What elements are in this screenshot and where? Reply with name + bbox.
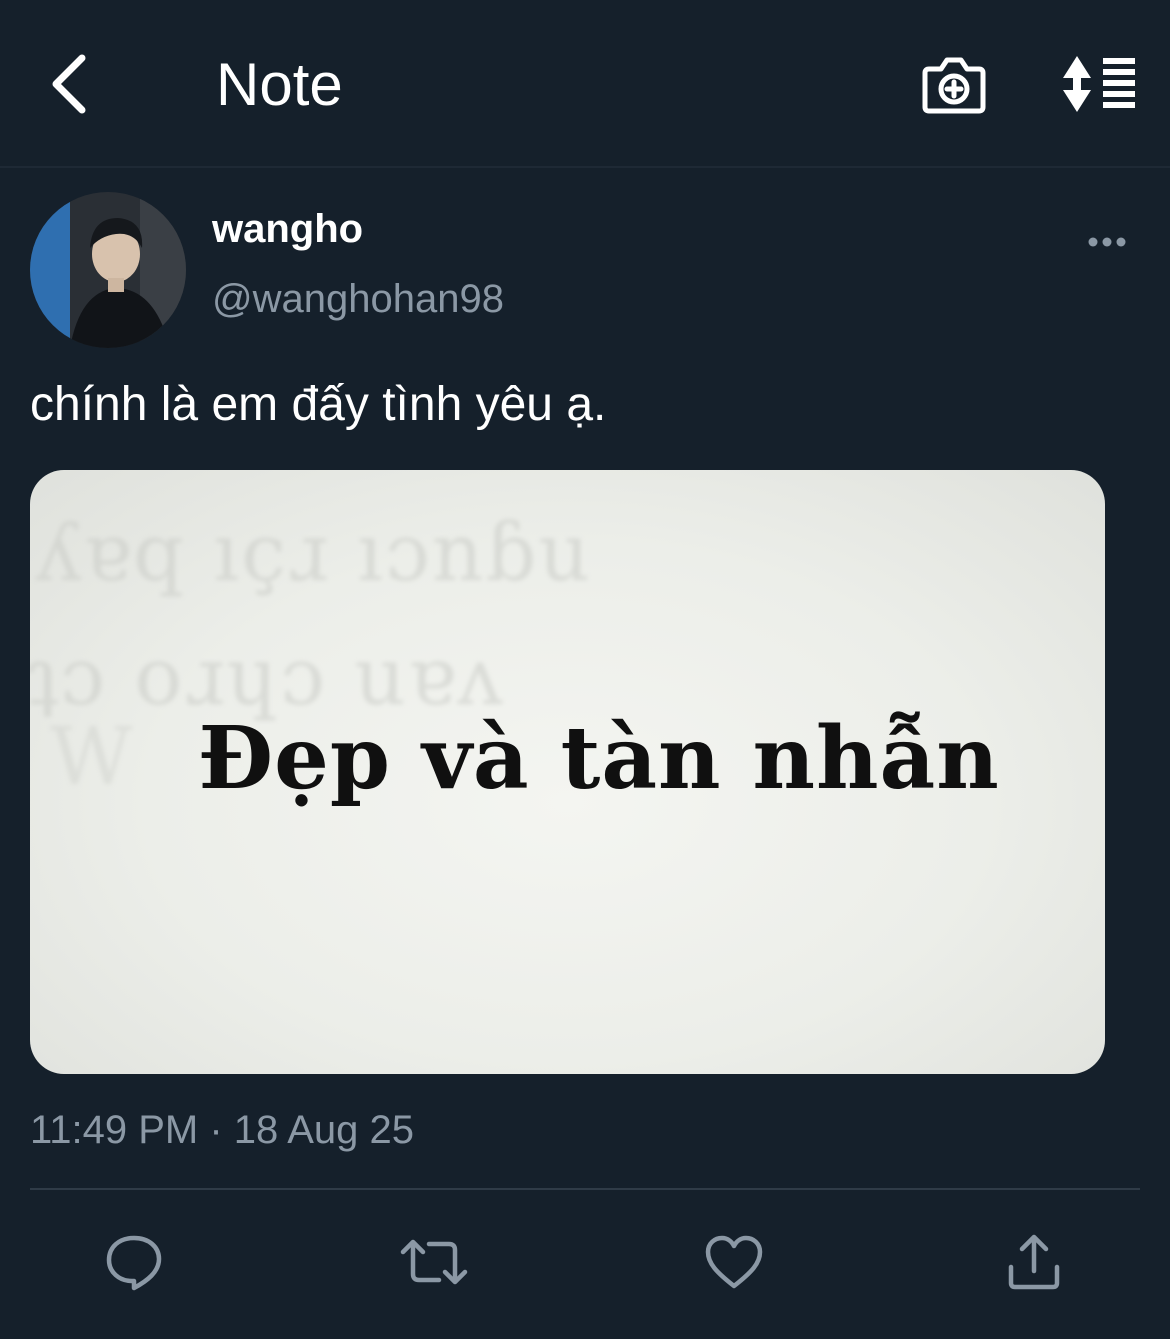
sort-button[interactable] — [1054, 48, 1144, 120]
chevron-left-icon — [46, 52, 90, 116]
reply-button[interactable] — [98, 1226, 170, 1298]
author-display-name[interactable]: wangho — [212, 204, 363, 254]
author-handle[interactable]: @wanghohan98 — [212, 274, 504, 324]
media-caption-text: Đẹp và tàn nhẫn — [198, 708, 1000, 809]
comment-icon — [104, 1232, 164, 1292]
page-title: Note — [216, 51, 343, 118]
share-button[interactable] — [998, 1226, 1070, 1298]
top-nav-bar: Note — [0, 0, 1170, 168]
like-button[interactable] — [698, 1226, 770, 1298]
sort-list-icon — [1059, 54, 1139, 114]
avatar[interactable] — [30, 192, 186, 348]
media-background-texture: ʎɐq ıçɹ ıɔnɓu — [36, 506, 593, 599]
more-options-button[interactable] — [1082, 222, 1132, 262]
tweet-text: chính là em đấy tình yêu ạ. — [30, 378, 607, 431]
retweet-icon — [399, 1234, 469, 1290]
tweet-media-image[interactable]: ʎɐq ıçɹ ıɔnɓu ʇɔ oɹɥɔ uɐʌ W Đẹp và tàn n… — [30, 470, 1105, 1074]
retweet-button[interactable] — [398, 1226, 470, 1298]
share-icon — [1006, 1233, 1062, 1291]
back-button[interactable] — [36, 48, 100, 120]
heart-icon — [704, 1234, 764, 1290]
media-background-texture: W — [50, 710, 135, 803]
more-horizontal-icon — [1087, 236, 1127, 248]
tweet-timestamp[interactable]: 11:49 PM · 18 Aug 25 — [30, 1104, 414, 1156]
camera-button[interactable] — [916, 48, 992, 120]
divider — [30, 1188, 1140, 1190]
camera-plus-icon — [921, 53, 987, 115]
